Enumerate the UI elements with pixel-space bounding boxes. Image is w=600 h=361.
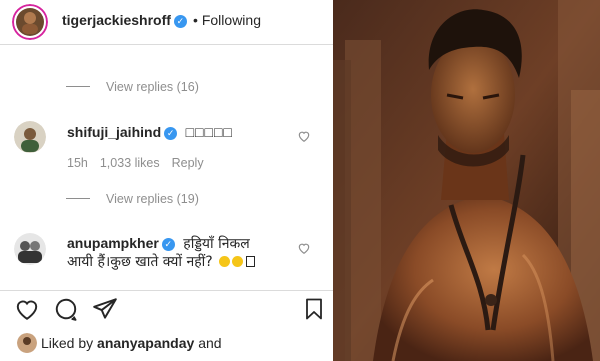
laughing-emoji-icon: [232, 256, 244, 267]
comment: shifuji_jaihind ✓ □□□□□: [67, 124, 233, 142]
header-separator: •: [192, 12, 198, 28]
liked-by-user[interactable]: ananyapanday: [97, 335, 194, 351]
commenter-avatar[interactable]: [14, 233, 46, 265]
view-replies-link[interactable]: View replies (16): [66, 80, 199, 94]
like-comment-heart-icon[interactable]: [297, 241, 311, 255]
view-replies-label: View replies (16): [106, 80, 199, 94]
comment-username[interactable]: shifuji_jaihind: [67, 124, 161, 140]
verified-badge-icon: ✓: [161, 238, 175, 251]
comment-username[interactable]: anupampkher: [67, 235, 159, 251]
comment-likes[interactable]: 1,033 likes: [100, 156, 160, 170]
laughing-emoji-icon: [219, 256, 231, 267]
bookmark-icon[interactable]: [302, 296, 326, 322]
reply-button[interactable]: Reply: [172, 156, 204, 170]
comments-panel: tigerjackieshroff ✓ • Following View replie…: [0, 0, 333, 361]
replies-dash: [66, 86, 90, 87]
verified-badge-icon: ✓: [173, 15, 187, 28]
comment: anupampkher ✓ हड्डियाँ निकल: [67, 234, 250, 253]
post-header: tigerjackieshroff ✓ • Following: [0, 0, 333, 44]
author-avatar[interactable]: [12, 4, 48, 40]
post-photo[interactable]: [333, 0, 600, 361]
post-actions: [0, 296, 333, 332]
share-icon[interactable]: [92, 296, 118, 322]
actions-divider: [0, 290, 333, 291]
replies-dash: [66, 198, 90, 199]
comment-meta: 15h 1,033 likes Reply: [67, 156, 216, 170]
like-comment-heart-icon[interactable]: [297, 129, 311, 143]
header-divider: [0, 44, 333, 45]
liked-by-suffix: and: [198, 335, 222, 351]
comment-age: 15h: [67, 156, 88, 170]
unsupported-glyph-icon: [246, 256, 256, 267]
comment-icon[interactable]: [53, 296, 79, 322]
comment-text: □□□□□: [185, 124, 233, 140]
comment-continuation: आयी हैं।कुछ खाते क्यों नहीं?: [67, 252, 256, 271]
view-replies-link[interactable]: View replies (19): [66, 192, 199, 206]
verified-badge-icon: ✓: [164, 127, 178, 140]
commenter-avatar[interactable]: [14, 121, 46, 153]
author-username[interactable]: tigerjackieshroff: [62, 12, 171, 28]
liked-by-prefix: Liked by: [41, 335, 94, 351]
post-image: [333, 0, 600, 361]
comment-text-line1: हड्डियाँ निकल: [183, 236, 250, 252]
comment-text-line2: आयी हैं।कुछ खाते क्यों नहीं?: [67, 254, 213, 270]
follow-status-button[interactable]: Following: [202, 12, 261, 28]
view-replies-label: View replies (19): [106, 192, 199, 206]
likes-summary: Liked by ananyapanday and: [17, 333, 222, 353]
heart-icon[interactable]: [14, 296, 40, 322]
liker-avatar[interactable]: [17, 333, 37, 353]
